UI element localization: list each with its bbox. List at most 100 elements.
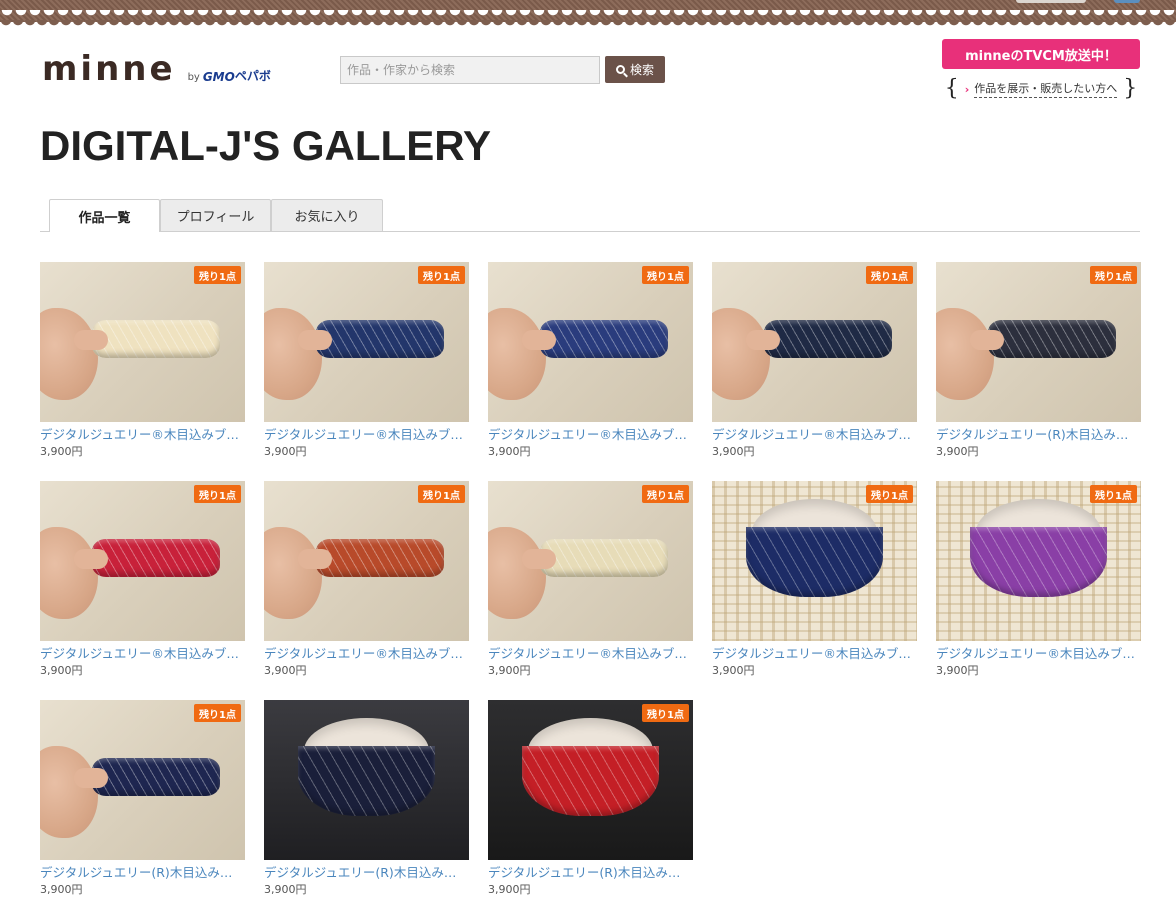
bracelet-image [764, 320, 892, 358]
product-title-link[interactable]: デジタルジュエリー(R)木目込み… [488, 865, 693, 881]
stock-badge: 残り1点 [194, 485, 241, 503]
product-thumbnail[interactable] [264, 700, 469, 860]
stock-badge: 残り1点 [1090, 266, 1137, 284]
product-card[interactable]: 残り1点デジタルジュエリー®木目込みブ… 3,900円 [488, 481, 693, 686]
finger-image [74, 768, 108, 788]
product-title-link[interactable]: デジタルジュエリー®木目込みブ… [40, 646, 245, 662]
logo-wordmark: minne [42, 49, 176, 89]
stock-badge: 残り1点 [866, 485, 913, 503]
product-price: 3,900円 [712, 445, 755, 458]
finger-image [298, 330, 332, 350]
product-card[interactable]: 残り1点デジタルジュエリー®木目込みブ… 3,900円 [488, 262, 693, 467]
bracelet-image [540, 320, 668, 358]
finger-image [746, 330, 780, 350]
header-decor-band [0, 0, 1176, 28]
tab-profile[interactable]: プロフィール [160, 199, 271, 231]
product-card[interactable]: 残り1点 デジタルジュエリー(R)木目込み… 3,900円 [488, 700, 693, 905]
product-card[interactable]: 残り1点デジタルジュエリー®木目込みブ… 3,900円 [712, 262, 917, 467]
bracelet-image [970, 527, 1107, 597]
hand-image [40, 746, 98, 838]
search-button[interactable]: 検索 [605, 56, 665, 83]
finger-image [74, 549, 108, 569]
product-price: 3,900円 [264, 445, 307, 458]
stock-badge: 残り1点 [642, 704, 689, 722]
product-title-link[interactable]: デジタルジュエリー®木目込みブ… [264, 646, 469, 662]
product-card[interactable]: 残り1点 デジタルジュエリー®木目込みブ… 3,900円 [712, 481, 917, 686]
stock-badge: 残り1点 [642, 485, 689, 503]
product-thumbnail[interactable]: 残り1点 [712, 481, 917, 641]
product-card[interactable]: デジタルジュエリー(R)木目込み… 3,900円 [264, 700, 469, 905]
product-thumbnail[interactable]: 残り1点 [488, 262, 693, 422]
bracelet-image [746, 527, 883, 597]
product-title-link[interactable]: デジタルジュエリー®木目込みブ… [488, 646, 693, 662]
product-price: 3,900円 [488, 664, 531, 677]
bracelet-image [92, 320, 220, 358]
header-login-tab[interactable] [1016, 0, 1086, 3]
chevron-right-icon: › [964, 82, 970, 96]
product-title-link[interactable]: デジタルジュエリー(R)木目込み… [264, 865, 469, 881]
hand-image [264, 527, 322, 619]
product-thumbnail[interactable]: 残り1点 [40, 700, 245, 860]
page-title: DIGITAL-J'S GALLERY [40, 122, 491, 169]
hand-image [488, 527, 546, 619]
product-thumbnail[interactable]: 残り1点 [936, 262, 1141, 422]
seller-link-label: 作品を展示・販売したい方へ [974, 80, 1118, 98]
stock-badge: 残り1点 [194, 704, 241, 722]
product-thumbnail[interactable]: 残り1点 [40, 262, 245, 422]
hand-image [936, 308, 994, 400]
product-title-link[interactable]: デジタルジュエリー®木目込みブ… [488, 427, 693, 443]
bracelet-image [92, 758, 220, 796]
stock-badge: 残り1点 [418, 266, 465, 284]
bracelet-image [316, 539, 444, 577]
product-thumbnail[interactable]: 残り1点 [40, 481, 245, 641]
header-account-tab[interactable] [1114, 0, 1140, 3]
logo-pepabo-text: ペパボ [234, 69, 271, 83]
product-price: 3,900円 [40, 445, 83, 458]
hand-image [488, 308, 546, 400]
search-button-label: 検索 [629, 63, 654, 77]
stock-badge: 残り1点 [194, 266, 241, 284]
product-title-link[interactable]: デジタルジュエリー®木目込みブ… [40, 427, 245, 443]
product-card[interactable]: 残り1点 デジタルジュエリー(R)木目込み… 3,900円 [40, 700, 245, 905]
site-logo[interactable]: minne by GMO ペパボ [42, 52, 271, 86]
product-card[interactable]: 残り1点デジタルジュエリー®木目込みブ… 3,900円 [264, 262, 469, 467]
seller-link[interactable]: { › 作品を展示・販売したい方へ } [942, 77, 1140, 101]
product-title-link[interactable]: デジタルジュエリー(R)木目込み… [936, 427, 1141, 443]
product-thumbnail[interactable]: 残り1点 [936, 481, 1141, 641]
product-thumbnail[interactable]: 残り1点 [488, 700, 693, 860]
stock-badge: 残り1点 [418, 485, 465, 503]
finger-image [970, 330, 1004, 350]
product-price: 3,900円 [264, 664, 307, 677]
tvcm-button[interactable]: minneのTVCM放送中！ [942, 39, 1140, 69]
product-card[interactable]: 残り1点デジタルジュエリー(R)木目込み… 3,900円 [936, 262, 1141, 467]
product-thumbnail[interactable]: 残り1点 [264, 262, 469, 422]
product-price: 3,900円 [936, 445, 979, 458]
product-price: 3,900円 [264, 883, 307, 896]
product-title-link[interactable]: デジタルジュエリー®木目込みブ… [936, 646, 1141, 662]
hand-image [40, 308, 98, 400]
product-thumbnail[interactable]: 残り1点 [264, 481, 469, 641]
finger-image [522, 549, 556, 569]
finger-image [74, 330, 108, 350]
product-card[interactable]: 残り1点 デジタルジュエリー®木目込みブ… 3,900円 [936, 481, 1141, 686]
product-thumbnail[interactable]: 残り1点 [712, 262, 917, 422]
product-title-link[interactable]: デジタルジュエリー®木目込みブ… [264, 427, 469, 443]
bracelet-image [540, 539, 668, 577]
product-title-link[interactable]: デジタルジュエリー®木目込みブ… [712, 646, 917, 662]
tab-works[interactable]: 作品一覧 [49, 199, 160, 232]
hand-image [264, 308, 322, 400]
bracelet-image [298, 746, 435, 816]
product-thumbnail[interactable]: 残り1点 [488, 481, 693, 641]
stock-badge: 残り1点 [866, 266, 913, 284]
product-card[interactable]: 残り1点デジタルジュエリー®木目込みブ… 3,900円 [264, 481, 469, 686]
search-icon [615, 65, 625, 74]
product-title-link[interactable]: デジタルジュエリー®木目込みブ… [712, 427, 917, 443]
product-title-link[interactable]: デジタルジュエリー(R)木目込み… [40, 865, 245, 881]
product-card[interactable]: 残り1点 デジタルジュエリー®木目込みブ… 3,900円 [40, 481, 245, 686]
finger-image [298, 549, 332, 569]
product-card[interactable]: 残り1点デジタルジュエリー®木目込みブ… 3,900円 [40, 262, 245, 467]
gallery-tabs: 作品一覧 プロフィール お気に入り [40, 199, 1140, 232]
tab-favorites[interactable]: お気に入り [271, 199, 383, 231]
search-input[interactable]: 作品・作家から検索 [340, 56, 600, 84]
product-price: 3,900円 [488, 445, 531, 458]
